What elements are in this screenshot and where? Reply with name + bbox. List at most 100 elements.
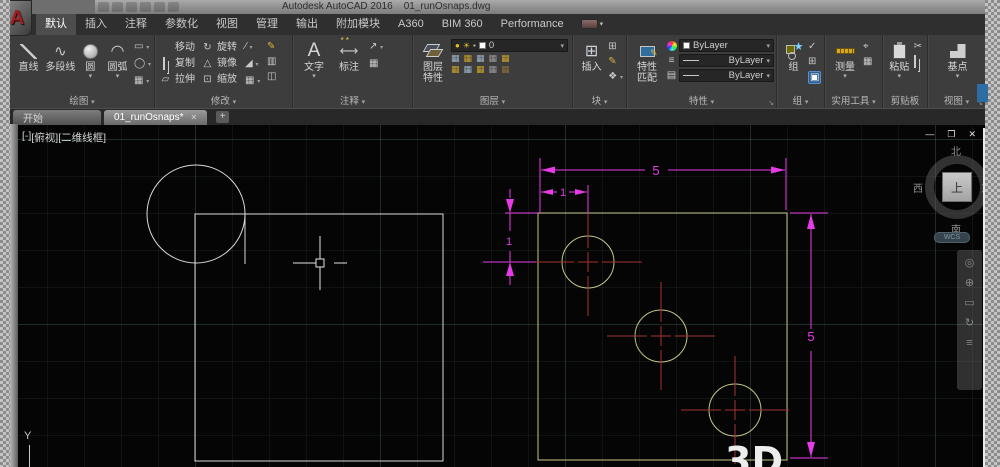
tab-bim360[interactable]: BIM 360 <box>433 14 492 35</box>
mirror-button[interactable]: △镜像 <box>201 57 243 70</box>
dimension-width-5[interactable]: 5 <box>540 158 786 213</box>
polyline-button[interactable]: ∿ 多段线 <box>43 37 78 74</box>
layer-tool-icon[interactable]: ▦ <box>489 65 498 74</box>
tab-a360[interactable]: A360 <box>389 14 433 35</box>
qat-icon[interactable] <box>154 2 165 12</box>
match-properties-button[interactable]: ✎ 特性匹配 <box>631 37 663 85</box>
zoom-extents-icon[interactable]: ▭ <box>964 298 974 309</box>
layer-tool-icon[interactable]: ▦ <box>451 54 460 63</box>
color-wheel-icon[interactable] <box>667 41 677 51</box>
dimension-button[interactable]: **⟷ 标注 <box>331 37 367 74</box>
line-button[interactable]: 直线 <box>14 37 43 74</box>
rotate-button[interactable]: ↻旋转 <box>201 41 243 54</box>
chevron-down-icon[interactable]: ▾ <box>600 14 604 35</box>
leader-button[interactable]: ↗ ▾ <box>369 41 383 54</box>
tab-default[interactable]: 默认 <box>36 14 76 35</box>
panel-label-properties[interactable]: 特性 ▾ <box>627 95 776 108</box>
layer-tool-icon[interactable]: ▦ <box>464 65 473 74</box>
layer-select[interactable]: ● ☀ ▪ 0 ▾ <box>451 39 568 52</box>
dimension-offset-1-horizontal[interactable]: 1 <box>541 185 588 213</box>
panel-label-clipboard[interactable]: 剪贴板 <box>883 95 927 108</box>
tab-performance[interactable]: Performance <box>492 14 573 35</box>
record-icon[interactable] <box>581 19 598 29</box>
table-button[interactable]: ▦ <box>369 58 383 69</box>
chevron-down-icon[interactable]: ▾ <box>843 74 847 80</box>
scale-button[interactable]: ⊡缩放 <box>201 73 243 86</box>
fillet-button[interactable]: ◢ ▾ <box>245 58 264 71</box>
pan-icon[interactable]: ⊕ <box>965 278 974 289</box>
object-color-select[interactable]: ByLayer ▾ <box>679 39 774 52</box>
viewcube-north[interactable]: 北 <box>951 143 961 158</box>
quick-access-toolbar[interactable] <box>98 2 179 12</box>
drawing-canvas[interactable]: [-] [俯视] [二维线框] — ❐ ✕ <box>10 125 986 467</box>
file-tab-start[interactable]: 开始 <box>13 110 101 125</box>
copy-clip-button[interactable] <box>914 56 924 67</box>
measure-button[interactable]: 测量 ▾ <box>829 37 861 80</box>
layer-tool-icon[interactable]: ▦ <box>476 54 485 63</box>
chevron-down-icon[interactable]: ▾ <box>89 74 93 80</box>
circle-button[interactable]: 圆 ▾ <box>78 37 103 80</box>
chevron-down-icon[interactable]: ▾ <box>898 74 902 80</box>
text-button[interactable]: A 文字 ▾ <box>297 37 331 80</box>
qat-icon[interactable] <box>140 2 151 12</box>
new-tab-button[interactable]: + <box>216 111 229 123</box>
layer-tool-icon[interactable]: ▦ <box>501 65 510 74</box>
quick-calc-button[interactable]: ▦ <box>863 56 876 67</box>
panel-label-draw[interactable]: 绘图 ▾ <box>10 95 154 108</box>
layer-tool-icon[interactable]: ▦ <box>501 54 510 63</box>
tab-addins[interactable]: 附加模块 <box>327 14 389 35</box>
chevron-down-icon[interactable]: ▾ <box>312 74 316 80</box>
layer-tool-icon[interactable]: ▦ <box>476 65 485 74</box>
ellipse-tool-button[interactable]: ◯ ▾ <box>134 58 151 71</box>
section-button[interactable]: ◫ <box>267 71 280 82</box>
tab-manage[interactable]: 管理 <box>247 14 287 35</box>
linetype-select[interactable]: ByLayer ▾ <box>679 69 774 82</box>
layer-tool-icon[interactable]: ▦ <box>464 54 473 63</box>
viewcube-top-face[interactable]: 上 <box>942 172 972 202</box>
dimension-entities[interactable]: 5 1 1 <box>483 158 828 458</box>
stretch-button[interactable]: ▱拉伸 <box>159 73 201 86</box>
navigation-bar[interactable]: ◎ ⊕ ▭ ↻ ≡ <box>957 250 982 390</box>
block-attributes-button[interactable]: ❖ ▾ <box>608 71 623 84</box>
arc-button[interactable]: ◠ 圆弧 ▾ <box>103 37 132 80</box>
chevron-down-icon[interactable]: ▾ <box>116 74 120 80</box>
edit-button[interactable]: ✎ <box>267 41 280 52</box>
panel-label-layers[interactable]: 图层 ▾ <box>413 95 572 108</box>
close-icon[interactable]: ✕ <box>191 113 198 122</box>
white-square-entity[interactable] <box>147 165 443 461</box>
full-nav-wheel-icon[interactable]: ◎ <box>965 258 975 269</box>
lineweight-select[interactable]: ByLayer ▾ <box>679 54 774 67</box>
drawing-geometry[interactable]: 5 1 1 <box>10 125 986 467</box>
tab-view[interactable]: 视图 <box>207 14 247 35</box>
layer-tool-icon[interactable]: ▦ <box>451 65 460 74</box>
trim-button[interactable]: ∕ ▾ <box>245 41 264 54</box>
orbit-icon[interactable]: ↻ <box>965 318 974 329</box>
group-selection-toggle[interactable]: ▣ <box>808 71 821 84</box>
chevron-down-icon[interactable]: ▾ <box>956 74 960 80</box>
array-button[interactable]: ▦ ▾ <box>245 75 264 88</box>
panel-label-group[interactable]: 组 ▾ <box>777 95 824 108</box>
base-point-button[interactable]: 基点 ▾ <box>942 37 974 80</box>
cut-button[interactable]: ✂ <box>914 41 924 52</box>
qat-icon[interactable] <box>126 2 137 12</box>
panel-label-modify[interactable]: 修改 ▾ <box>155 95 292 108</box>
rectangle-tool-button[interactable]: ▭ ▾ <box>134 41 151 54</box>
tab-output[interactable]: 输出 <box>287 14 327 35</box>
tab-annotate[interactable]: 注释 <box>116 14 156 35</box>
qat-icon[interactable] <box>98 2 109 12</box>
layer-properties-button[interactable]: 图层特性 <box>417 37 449 85</box>
hatch-tool-button[interactable]: ▦ ▾ <box>134 75 151 88</box>
dimension-height-5[interactable]: 5 <box>790 213 828 458</box>
panel-label-block[interactable]: 块 ▾ <box>573 95 626 108</box>
linetype-button[interactable]: ≡ <box>669 55 675 66</box>
paste-button[interactable]: 粘贴 ▾ <box>887 37 912 80</box>
explode-button[interactable]: ▥ <box>267 56 280 67</box>
transparency-button[interactable]: ▤ <box>667 70 676 81</box>
panel-label-utilities[interactable]: 实用工具 ▾ <box>825 95 882 108</box>
group-edit-button[interactable]: ⊞ <box>808 56 821 67</box>
insert-block-button[interactable]: ⊞ 插入 <box>577 37 606 74</box>
file-tab-active[interactable]: 01_runOsnaps* ✕ <box>104 110 207 125</box>
id-point-button[interactable]: ⌖ <box>863 41 876 52</box>
qat-icon[interactable] <box>112 2 123 12</box>
copy-button[interactable]: 复制 <box>159 57 201 70</box>
